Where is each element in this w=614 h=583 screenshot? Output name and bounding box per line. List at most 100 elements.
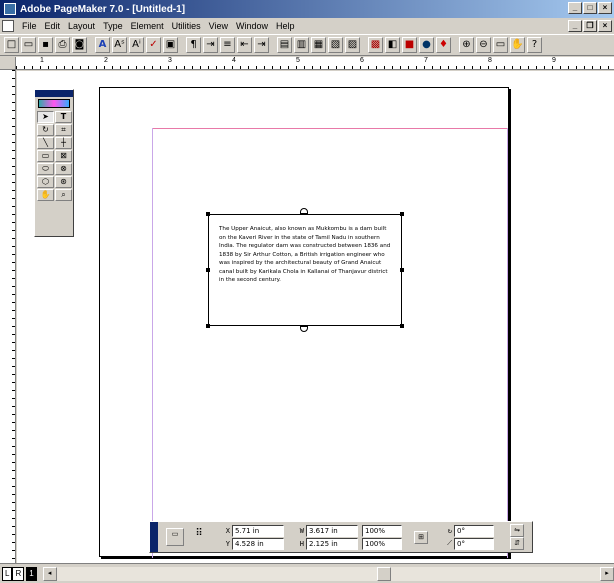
colors-icon[interactable]: ▥ (294, 37, 309, 53)
text-block[interactable]: The Upper Anaicut, also known as Mukkomb… (206, 208, 404, 332)
height-field[interactable]: 2.125 in (306, 537, 358, 550)
apply-button[interactable]: ▭ (166, 528, 184, 546)
scroll-right-button[interactable]: ▸ (600, 566, 614, 581)
font-icon[interactable]: A (95, 37, 110, 53)
horizontal-ruler[interactable]: 1 2 3 4 5 6 7 8 9 (16, 57, 614, 70)
print-icon[interactable]: ⎙ (55, 37, 70, 53)
menu-view[interactable]: View (205, 21, 232, 31)
menu-layout[interactable]: Layout (64, 21, 99, 31)
menu-utilities[interactable]: Utilities (168, 21, 205, 31)
scale-width-field[interactable]: 100% (362, 524, 402, 537)
line-tool-icon[interactable]: ╲ (37, 137, 54, 149)
text-tool-icon[interactable]: T (55, 111, 72, 123)
acrobat-icon[interactable]: ♦ (436, 37, 451, 53)
resize-handle[interactable] (400, 212, 404, 216)
document-page[interactable]: The Upper Anaicut, also known as Mukkomb… (99, 87, 509, 558)
menu-edit[interactable]: Edit (41, 21, 65, 31)
resize-handle[interactable] (206, 324, 210, 328)
resize-handle[interactable] (400, 268, 404, 272)
spell-icon[interactable]: ✓ (146, 37, 161, 53)
align-left-icon[interactable]: ⇤ (237, 37, 252, 53)
menu-element[interactable]: Element (127, 21, 168, 31)
ellipse-tool-icon[interactable]: ⬭ (37, 163, 54, 175)
constrained-line-tool-icon[interactable]: ┼ (55, 137, 72, 149)
width-field[interactable]: 3.617 in (306, 524, 358, 537)
left-master-page-icon[interactable]: L (2, 566, 13, 581)
plug-icon[interactable]: ▨ (345, 37, 360, 53)
ruler-corner[interactable] (0, 57, 16, 70)
margin-guide-right (507, 128, 508, 558)
flip-vertical-icon[interactable]: ⇵ (510, 537, 524, 550)
doc-restore-button[interactable]: ❐ (583, 20, 597, 32)
indent-icon[interactable]: ⇥ (203, 37, 218, 53)
doc-minimize-button[interactable]: _ (568, 20, 582, 32)
find-icon[interactable]: ◙ (72, 37, 87, 53)
hand-tool-icon[interactable]: ✋ (37, 189, 54, 201)
hand-icon[interactable]: ✋ (510, 37, 525, 53)
zoom-tool-icon[interactable]: ⌕ (55, 189, 72, 201)
rotate-tool-icon[interactable]: ↻ (37, 124, 54, 136)
image-icon[interactable]: ▩ (368, 37, 383, 53)
type-size-icon[interactable]: Aˢ (112, 37, 127, 53)
styles-icon[interactable]: ▤ (277, 37, 292, 53)
toolbox-title-bar[interactable] (35, 90, 73, 97)
control-palette-grip[interactable] (150, 522, 158, 552)
scroll-thumb[interactable] (376, 566, 391, 581)
menu-file[interactable]: File (18, 21, 41, 31)
color-swatch-bar[interactable] (38, 99, 70, 108)
windowshade-top-handle[interactable] (300, 208, 308, 214)
help-icon[interactable]: ? (527, 37, 542, 53)
rotation-field[interactable]: 0° (454, 524, 494, 537)
resize-handle[interactable] (206, 212, 210, 216)
skew-field[interactable]: 0° (454, 537, 494, 550)
pagemaker-window: Adobe PageMaker 7.0 - [Untitled-1] _ □ ×… (0, 0, 614, 583)
maximize-button[interactable]: □ (583, 2, 597, 14)
crop-tool-icon[interactable]: ⌗ (55, 124, 72, 136)
proportional-scaling-icon[interactable]: ⊞ (414, 530, 428, 544)
new-icon[interactable]: □ (4, 37, 19, 53)
links-icon[interactable]: ▧ (328, 37, 343, 53)
flip-horizontal-icon[interactable]: ⇋ (510, 524, 524, 537)
actual-size-icon[interactable]: ▭ (493, 37, 508, 53)
scroll-left-button[interactable]: ◂ (42, 566, 57, 581)
type-spec-icon[interactable]: Aⁱ (129, 37, 144, 53)
scale-height-field[interactable]: 100% (362, 537, 402, 550)
align-right-icon[interactable]: ⇥ (254, 37, 269, 53)
frame-icon[interactable]: ▣ (163, 37, 178, 53)
paragraph-icon[interactable]: ¶ (186, 37, 201, 53)
polygon-frame-tool-icon[interactable]: ⊛ (55, 176, 72, 188)
zoom-in-icon[interactable]: ⊕ (459, 37, 474, 53)
document-icon[interactable] (2, 20, 14, 32)
save-icon[interactable]: ▪ (38, 37, 53, 53)
resize-handle[interactable] (400, 324, 404, 328)
windowshade-bottom-handle[interactable] (300, 326, 308, 332)
text-block-content[interactable]: The Upper Anaicut, also known as Mukkomb… (219, 226, 390, 283)
menu-window[interactable]: Window (232, 21, 272, 31)
zoom-out-icon[interactable]: ⊖ (476, 37, 491, 53)
ellipse-frame-tool-icon[interactable]: ⊗ (55, 163, 72, 175)
place-icon[interactable]: ◧ (385, 37, 400, 53)
pasteboard[interactable]: The Upper Anaicut, also known as Mukkomb… (17, 71, 614, 563)
color-icon[interactable]: ■ (402, 37, 417, 53)
doc-close-button[interactable]: × (598, 20, 612, 32)
menu-type[interactable]: Type (99, 21, 127, 31)
globe-icon[interactable]: ● (419, 37, 434, 53)
right-master-page-icon[interactable]: R (12, 566, 25, 581)
polygon-tool-icon[interactable]: ⬡ (37, 176, 54, 188)
scroll-track[interactable] (56, 566, 600, 581)
bullet-icon[interactable]: ≡ (220, 37, 235, 53)
minimize-button[interactable]: _ (568, 2, 582, 14)
rectangle-frame-tool-icon[interactable]: ⊠ (55, 150, 72, 162)
resize-handle[interactable] (206, 268, 210, 272)
reference-point-icon[interactable]: ⠿ (190, 528, 208, 546)
rectangle-tool-icon[interactable]: ▭ (37, 150, 54, 162)
layers-icon[interactable]: ▦ (311, 37, 326, 53)
open-icon[interactable]: ▭ (21, 37, 36, 53)
menu-help[interactable]: Help (272, 21, 299, 31)
x-position-field[interactable]: 5.71 in (232, 524, 284, 537)
page-1-icon[interactable]: 1 (26, 566, 37, 581)
vertical-ruler[interactable] (0, 70, 16, 563)
close-button[interactable]: × (598, 2, 612, 14)
y-position-field[interactable]: 4.528 in (232, 537, 284, 550)
pointer-tool-icon[interactable]: ➤ (37, 111, 54, 123)
